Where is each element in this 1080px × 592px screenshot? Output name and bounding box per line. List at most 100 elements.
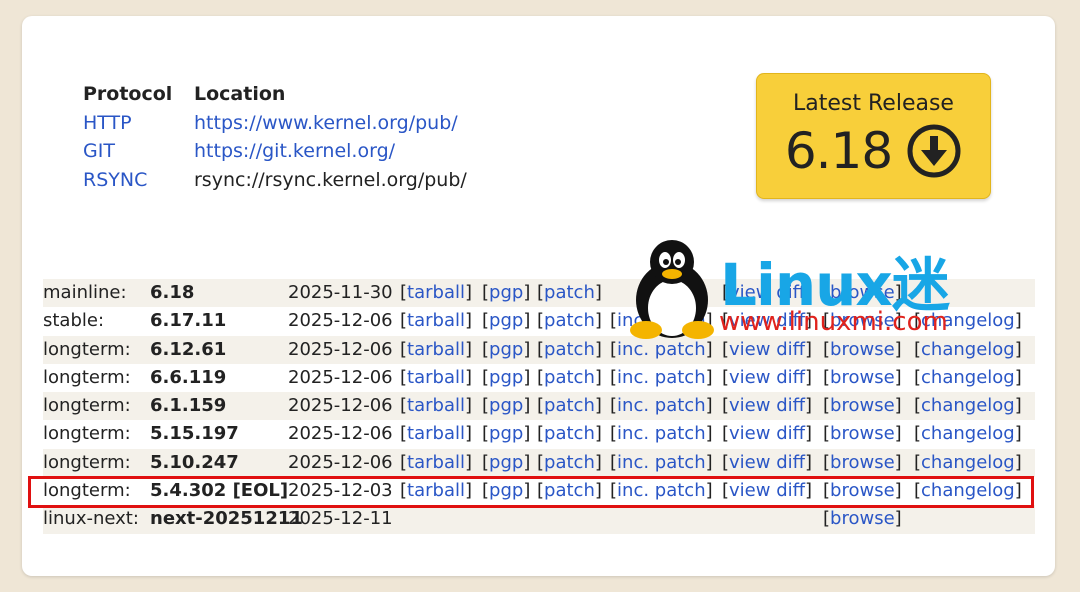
release-row: longterm: 5.15.197 2025-12-06 [tarball] [pgp… [43, 420, 1035, 448]
tarball-link[interactable]: tarball [407, 452, 465, 473]
view-diff-link-cell: [view diff] [722, 480, 813, 502]
patch-link[interactable]: patch [544, 339, 595, 360]
download-circle-icon [907, 124, 961, 178]
tarball-link-cell: [tarball] [400, 310, 473, 332]
view-diff-link[interactable]: view diff [729, 480, 805, 501]
patch-link[interactable]: patch [544, 452, 595, 473]
patch-link[interactable]: patch [544, 310, 595, 331]
pgp-link[interactable]: pgp [489, 480, 523, 501]
changelog-link[interactable]: changelog [921, 452, 1015, 473]
release-kind: linux-next: [43, 508, 139, 530]
pgp-link-cell: [pgp] [482, 310, 531, 332]
changelog-link-cell: [changelog] [914, 395, 1022, 417]
pgp-link-cell: [pgp] [482, 423, 531, 445]
view-diff-link[interactable]: view diff [729, 367, 805, 388]
changelog-link[interactable]: changelog [921, 423, 1015, 444]
tarball-link[interactable]: tarball [407, 423, 465, 444]
browse-link-cell: [browse] [823, 480, 902, 502]
inc-patch-link-cell: [inc. patch] [610, 395, 713, 417]
pgp-link[interactable]: pgp [489, 367, 523, 388]
patch-link[interactable]: patch [544, 480, 595, 501]
pgp-link-cell: [pgp] [482, 338, 531, 360]
view-diff-link[interactable]: view diff [729, 452, 805, 473]
browse-link-cell: [browse] [823, 395, 902, 417]
changelog-link[interactable]: changelog [921, 480, 1015, 501]
pgp-link-cell: [pgp] [482, 451, 531, 473]
location-header: Location [194, 83, 286, 105]
patch-link[interactable]: patch [544, 395, 595, 416]
inc-patch-link[interactable]: inc. patch [617, 367, 706, 388]
tarball-link[interactable]: tarball [407, 310, 465, 331]
pgp-link[interactable]: pgp [489, 310, 523, 331]
browse-link[interactable]: browse [830, 423, 895, 444]
release-version: 6.12.61 [150, 338, 227, 360]
release-row: linux-next: next-20251211 2025-12-11 [brows… [43, 505, 1035, 534]
tarball-link[interactable]: tarball [407, 480, 465, 501]
patch-link[interactable]: patch [544, 367, 595, 388]
release-row: longterm: 5.4.302 [EOL] 2025-12-03 [tarball… [43, 477, 1035, 505]
view-diff-link[interactable]: view diff [729, 395, 805, 416]
browse-link[interactable]: browse [830, 452, 895, 473]
browse-link[interactable]: browse [830, 480, 895, 501]
release-version: 5.4.302 [EOL] [150, 480, 289, 502]
pgp-link-cell: [pgp] [482, 395, 531, 417]
protocol-row-rsync: RSYNC rsync://rsync.kernel.org/pub/ [83, 166, 467, 195]
pgp-link[interactable]: pgp [489, 339, 523, 360]
pgp-link[interactable]: pgp [489, 423, 523, 444]
release-version: 6.17.11 [150, 310, 227, 332]
browse-link[interactable]: browse [830, 508, 895, 529]
location-http-link[interactable]: https://www.kernel.org/pub/ [194, 112, 458, 134]
inc-patch-link[interactable]: inc. patch [617, 395, 706, 416]
tarball-link[interactable]: tarball [407, 395, 465, 416]
pgp-link-cell: [pgp] [482, 366, 531, 388]
protocol-table: Protocol Location HTTP https://www.kerne… [83, 80, 467, 194]
changelog-link-cell: [changelog] [914, 366, 1022, 388]
changelog-link[interactable]: changelog [921, 395, 1015, 416]
tux-penguin-icon [630, 240, 714, 339]
inc-patch-link-cell: [inc. patch] [610, 366, 713, 388]
inc-patch-link[interactable]: inc. patch [617, 423, 706, 444]
patch-link-cell: [patch] [537, 395, 602, 417]
pgp-link[interactable]: pgp [489, 282, 523, 303]
patch-link-cell: [patch] [537, 451, 602, 473]
pgp-link[interactable]: pgp [489, 452, 523, 473]
latest-release-button[interactable]: Latest Release 6.18 [756, 73, 991, 199]
inc-patch-link-cell: [inc. patch] [610, 423, 713, 445]
changelog-link-cell: [changelog] [914, 480, 1022, 502]
pgp-link[interactable]: pgp [489, 395, 523, 416]
release-version: next-20251211 [150, 508, 303, 530]
protocol-http-link[interactable]: HTTP [83, 112, 132, 134]
latest-release-label: Latest Release [793, 91, 954, 116]
patch-link[interactable]: patch [544, 423, 595, 444]
patch-link[interactable]: patch [544, 282, 595, 303]
protocol-header: Protocol [83, 83, 173, 105]
browse-link[interactable]: browse [830, 395, 895, 416]
view-diff-link-cell: [view diff] [722, 423, 813, 445]
tarball-link-cell: [tarball] [400, 423, 473, 445]
tarball-link-cell: [tarball] [400, 366, 473, 388]
protocol-git-link[interactable]: GIT [83, 140, 115, 162]
protocol-table-header: Protocol Location [83, 80, 467, 109]
patch-link-cell: [patch] [537, 423, 602, 445]
location-git-link[interactable]: https://git.kernel.org/ [194, 140, 395, 162]
release-date: 2025-12-06 [288, 395, 393, 417]
protocol-row-git: GIT https://git.kernel.org/ [83, 137, 467, 166]
view-diff-link-cell: [view diff] [722, 366, 813, 388]
view-diff-link[interactable]: view diff [729, 423, 805, 444]
tarball-link-cell: [tarball] [400, 395, 473, 417]
inc-patch-link[interactable]: inc. patch [617, 452, 706, 473]
release-version: 6.18 [150, 282, 195, 303]
release-kind: longterm: [43, 423, 131, 445]
browse-link[interactable]: browse [830, 367, 895, 388]
protocol-rsync-link[interactable]: RSYNC [83, 169, 147, 191]
inc-patch-link[interactable]: inc. patch [617, 480, 706, 501]
changelog-link[interactable]: changelog [921, 367, 1015, 388]
patch-link-cell: [patch] [537, 480, 602, 502]
tarball-link[interactable]: tarball [407, 339, 465, 360]
release-kind: longterm: [43, 366, 131, 388]
release-date: 2025-12-06 [288, 310, 393, 332]
tarball-link[interactable]: tarball [407, 282, 465, 303]
release-date: 2025-12-06 [288, 338, 393, 360]
patch-link-cell: [patch] [537, 282, 602, 303]
tarball-link[interactable]: tarball [407, 367, 465, 388]
